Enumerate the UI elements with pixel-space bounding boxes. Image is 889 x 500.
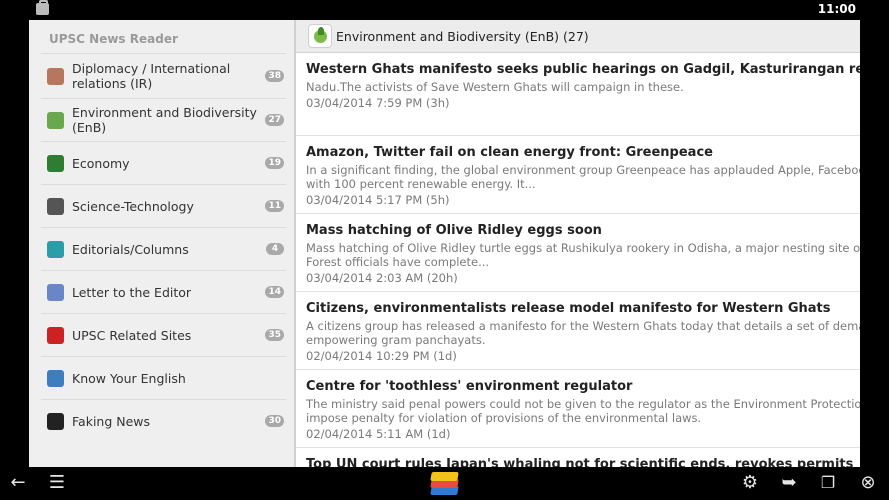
article-item[interactable]: Mass hatching of Olive Ridley eggs soon M… [296,214,860,292]
window-icon[interactable]: ❐ [817,473,839,493]
feed-header: Environment and Biodiversity (EnB) (27) [296,20,860,53]
article-snippet: In a significant finding, the global env… [306,163,860,191]
economy-icon [47,154,64,172]
clock: 11:00 [817,2,856,16]
article-title: Western Ghats manifesto seeks public hea… [306,62,860,77]
article-title: Amazon, Twitter fail on clean energy fro… [306,145,713,160]
unread-count-badge: 27 [265,114,284,126]
article-list: Western Ghats manifesto seeks public hea… [296,53,860,467]
article-snippet-line: Nadu.The activists of Save Western Ghats… [306,80,684,94]
globe-icon [47,67,64,85]
sidebar-item-label: Science-Technology [72,198,194,214]
article-snippet-line: impose penalty for violation of provisio… [306,411,702,425]
sidebar-item[interactable]: Diplomacy / International relations (IR)… [41,53,286,98]
sidebar-item-label: Letter to the Editor [72,284,192,300]
article-snippet-line: Mass hatching of Olive Ridley turtle egg… [306,241,860,255]
article-date: 03/04/2014 5:17 PM (5h) [306,193,450,207]
article-snippet: Nadu.The activists of Save Western Ghats… [306,80,684,94]
sidebar-item[interactable]: Know Your English [41,356,286,399]
bluestacks-icon[interactable] [430,470,459,497]
sidebar-item-label: Economy [72,155,130,171]
unread-count-badge: 35 [265,329,284,341]
sidebar-item[interactable]: UPSC Related Sites 35 [41,313,286,356]
article-snippet-line: empowering gram panchayats. [306,333,486,347]
sidebar-item-label: Editorials/Columns [72,241,189,257]
back-icon[interactable]: ← [7,473,29,493]
sidebar-item[interactable]: Faking News 30 [41,399,286,442]
article-title: Top UN court rules Japan's whaling not f… [306,457,854,467]
article-item[interactable]: Citizens, environmentalists release mode… [296,292,860,370]
article-snippet-line: In a significant finding, the global env… [306,163,860,177]
article-snippet-line: Forest officials have complete... [306,255,490,269]
article-item[interactable]: Amazon, Twitter fail on clean energy fro… [296,136,860,214]
article-date: 02/04/2014 10:29 PM (1d) [306,349,457,363]
share-icon[interactable]: ➥ [778,473,800,493]
sidebar-item-label: Faking News [72,413,151,429]
leaf-icon [308,24,332,48]
sidebar-item-label: Diplomacy / International relations (IR) [72,61,231,91]
shopping-bag-icon [36,0,49,15]
status-bar: 11:00 [0,0,889,20]
atom-icon [47,197,64,215]
article-snippet-line: The ministry said penal powers could not… [306,397,860,411]
sidebar-item[interactable]: Economy 19 [41,141,286,184]
system-nav-bar: ← ☰ ⚙ ➥ ❐ ⊗ [0,467,889,500]
sidebar-item[interactable]: Editorials/Columns 4 [41,227,286,270]
unread-count-badge: 38 [265,70,284,82]
unread-count-badge: 19 [265,157,284,169]
article-pane: Environment and Biodiversity (EnB) (27) … [296,20,860,467]
english-icon [47,369,64,387]
article-date: 03/04/2014 2:03 AM (20h) [306,271,458,285]
upsc-icon [47,326,64,344]
article-title: Mass hatching of Olive Ridley eggs soon [306,223,602,238]
article-date: 02/04/2014 5:11 AM (1d) [306,427,451,441]
sidebar-item[interactable]: Science-Technology 11 [41,184,286,227]
unread-count-badge: 11 [265,200,284,212]
sidebar-item[interactable]: Environment and Biodiversity (EnB) 27 [41,98,286,141]
article-snippet: A citizens group has released a manifest… [306,319,860,347]
article-snippet-line: A citizens group has released a manifest… [306,319,860,333]
unread-count-badge: 14 [265,286,284,298]
feed-title: Environment and Biodiversity (EnB) (27) [336,29,589,44]
sidebar-item-label: Environment and Biodiversity (EnB) [72,105,257,135]
article-title: Centre for 'toothless' environment regul… [306,379,633,394]
feed-list: Diplomacy / International relations (IR)… [41,53,286,442]
app-window: UPSC News Reader Diplomacy / Internation… [29,20,860,467]
close-icon[interactable]: ⊗ [857,473,879,493]
leaf-icon [47,111,64,129]
pen-icon [47,240,64,258]
fn-icon [47,412,64,430]
article-item[interactable]: Western Ghats manifesto seeks public hea… [296,53,860,136]
unread-count-badge: 4 [266,243,284,255]
unread-count-badge: 30 [265,415,284,427]
sidebar-item[interactable]: Letter to the Editor 14 [41,270,286,313]
sidebar: UPSC News Reader Diplomacy / Internation… [29,20,294,467]
article-title: Citizens, environmentalists release mode… [306,301,831,316]
sidebar-item-label: UPSC Related Sites [72,327,192,343]
article-item[interactable]: Top UN court rules Japan's whaling not f… [296,448,860,467]
sidebar-title: UPSC News Reader [49,32,178,46]
letter-icon [47,283,64,301]
article-snippet: The ministry said penal powers could not… [306,397,860,425]
sidebar-item-label: Know Your English [72,370,186,386]
menu-icon[interactable]: ☰ [46,473,68,493]
article-date: 03/04/2014 7:59 PM (3h) [306,96,450,110]
settings-icon[interactable]: ⚙ [739,473,761,493]
article-snippet-line: with 100 percent renewable energy. It... [306,177,536,191]
article-item[interactable]: Centre for 'toothless' environment regul… [296,370,860,448]
article-snippet: Mass hatching of Olive Ridley turtle egg… [306,241,860,269]
